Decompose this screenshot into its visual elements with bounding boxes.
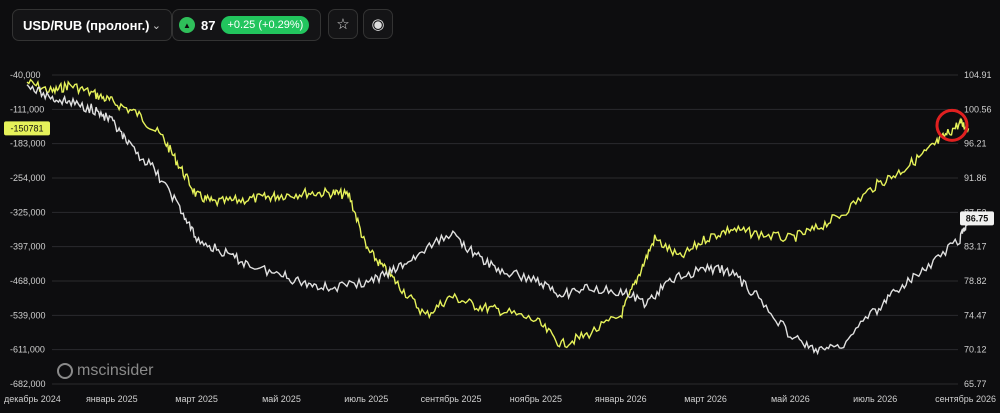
left-tick-label: -183,000 [10,139,46,149]
right-tick-label: 65.77 [964,379,987,389]
line-chart: -40,000-111,000-183,000-254,000-325,000-… [4,70,996,404]
x-tick-label: сентябрь 2026 [935,394,996,404]
right-axis: 104.91100.5696.2191.8687.5283.1778.8274.… [964,70,992,389]
current-right-label: 86.75 [966,213,989,223]
x-tick-label: июль 2026 [853,394,897,404]
x-tick-label: июль 2025 [344,394,388,404]
left-tick-label: -539,000 [10,310,46,320]
x-axis: декабрь 2024 январь 2025 март 2025 май 2025… [4,394,996,404]
series-lines [26,78,970,356]
left-axis: -40,000 -111,000 -183,000 -254,000 -325,000 -… [10,70,46,389]
x-tick-label: март 2026 [684,394,727,404]
series-line [26,84,969,356]
right-tick-label: 70.12 [964,345,987,355]
right-tick-label: 83.17 [964,242,987,252]
gridlines [52,74,958,385]
current-markers: -150781 86.75 [4,108,994,226]
left-tick-label: -611,000 [10,345,45,355]
mscinsider-logo-icon [57,363,73,379]
right-tick-label: 78.82 [964,276,987,286]
current-left-label: -150781 [10,123,43,133]
x-tick-label: март 2025 [175,394,218,404]
right-tick-label: 100.56 [964,104,992,114]
right-tick-label: 74.47 [964,310,987,320]
x-tick-label: май 2025 [262,394,301,404]
left-tick-label: -325,000 [10,207,46,217]
left-tick-label: -468,000 [10,276,46,286]
right-tick-label: 96.21 [964,139,987,149]
left-tick-label: -111,000 [10,104,44,114]
right-tick-label: 91.86 [964,173,987,183]
left-tick-label: -254,000 [10,173,46,183]
x-tick-label: сентябрь 2025 [421,394,482,404]
left-tick-label: -682,000 [10,379,46,389]
x-tick-label: май 2026 [771,394,810,404]
x-tick-label: ноябрь 2025 [510,394,562,404]
left-tick-label: -397,000 [10,242,46,252]
x-tick-label: декабрь 2024 [4,394,61,404]
x-tick-label: январь 2026 [595,394,647,404]
right-tick-label: 104.91 [964,70,992,80]
left-tick-label: -40,000 [10,70,41,80]
watermark-text: mscinsider [77,362,154,379]
x-tick-label: январь 2025 [86,394,138,404]
watermark-logo: mscinsider [57,362,153,380]
series-line [26,78,970,349]
